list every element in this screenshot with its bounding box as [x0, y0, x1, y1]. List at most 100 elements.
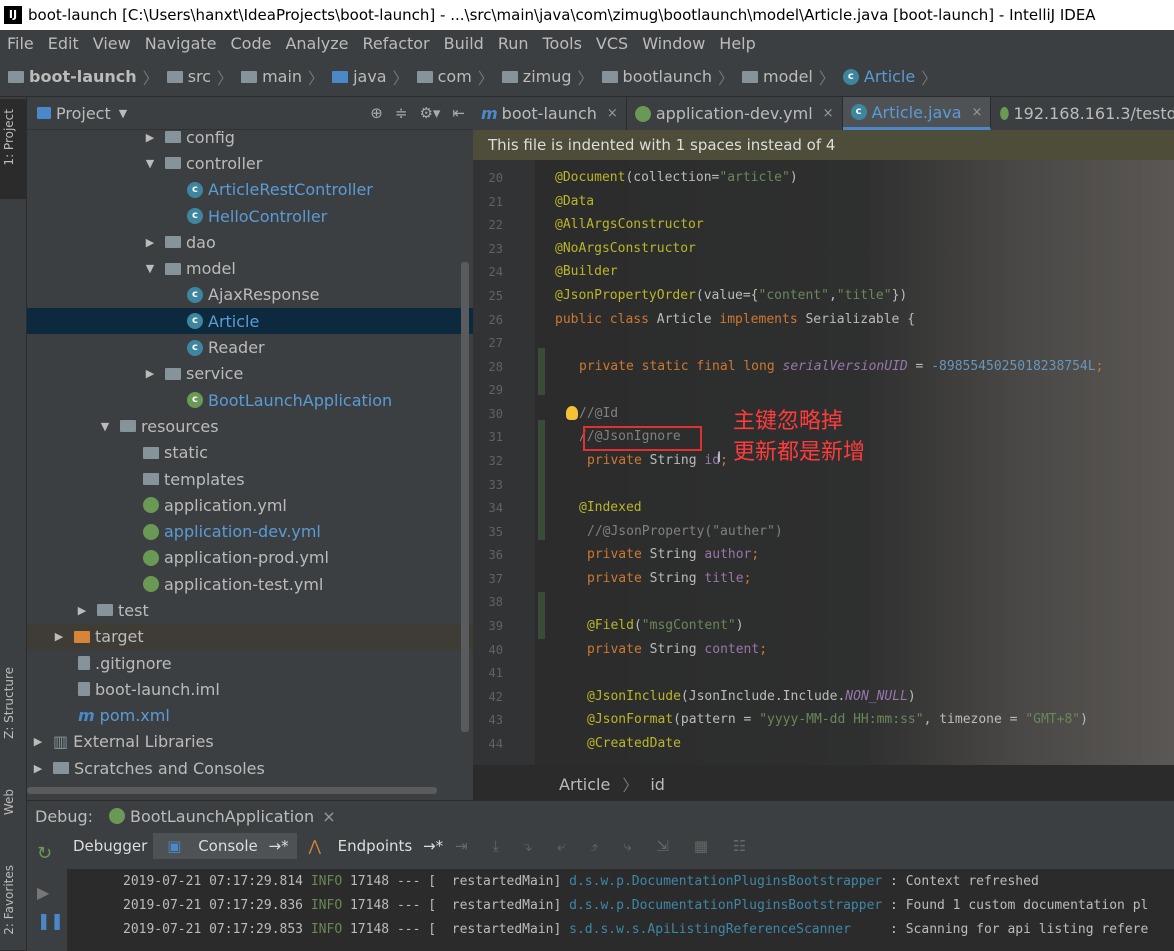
menu-build[interactable]: Build [437, 34, 491, 53]
tab-application-dev-yml[interactable]: application-dev.yml × [627, 97, 843, 130]
window-titlebar: IJ boot-launch [C:\Users\hanxt\IdeaProje… [0, 0, 1174, 30]
menu-view[interactable]: View [86, 34, 138, 53]
close-icon[interactable]: × [823, 106, 834, 121]
tree-item-application-test-yml[interactable]: application-test.yml [27, 571, 473, 597]
close-icon[interactable]: × [607, 106, 618, 121]
side-tab-project[interactable]: 1: Project [2, 109, 16, 166]
nav-crumb-src[interactable]: src 〉 [166, 65, 233, 89]
folder-icon [143, 446, 159, 459]
nav-crumb-main[interactable]: main 〉 [241, 65, 324, 89]
nav-crumb-project[interactable]: boot-launch 〉 [8, 65, 159, 89]
pause-icon[interactable]: ❚❚ [37, 911, 64, 930]
menu-window[interactable]: Window [635, 34, 712, 53]
gear-icon[interactable]: ⚙▾ [419, 104, 440, 122]
yml-file-icon [634, 105, 651, 122]
tree-item-external-libraries[interactable]: ▶ ▥ External Libraries [27, 729, 473, 755]
tree-item-application-prod-yml[interactable]: application-prod.yml [27, 545, 473, 571]
debug-config-name[interactable]: BootLaunchApplication [130, 807, 314, 826]
chevron-down-icon[interactable]: ▼ [143, 157, 157, 170]
resume-icon[interactable]: ▶ [37, 883, 49, 902]
folder-icon [143, 473, 159, 485]
project-horizontal-scrollbar[interactable] [27, 787, 437, 794]
tree-item-reader[interactable]: c Reader [27, 334, 473, 360]
tree-item-articlerestcontroller[interactable]: c ArticleRestController [27, 177, 473, 203]
code-line: 35//@JsonProperty("auther") [488, 524, 783, 540]
tab-endpoints[interactable]: ⋀ Endpoints →* [297, 837, 450, 855]
tree-item-article[interactable]: c Article [27, 308, 473, 335]
chevron-down-icon[interactable]: ▼ [98, 420, 112, 433]
project-vertical-scrollbar[interactable] [461, 262, 469, 732]
tab-boot-launch[interactable]: m boot-launch × [473, 97, 627, 130]
tree-item-bootlaunchapplication[interactable]: c BootLaunchApplication [27, 387, 473, 413]
tree-item-pom-xml[interactable]: m pom.xml [27, 703, 473, 729]
nav-crumb-zimug[interactable]: zimug 〉 [501, 65, 594, 89]
side-tab-structure[interactable]: Z: Structure [2, 667, 16, 739]
chevron-right-icon[interactable]: ▶ [31, 735, 45, 748]
tree-item-resources[interactable]: ▼ resources [27, 413, 473, 439]
nav-crumb-article[interactable]: c Article 〉 [842, 65, 937, 89]
tab-article-java[interactable]: c Article.java × [842, 97, 992, 130]
side-tab-web[interactable]: Web [2, 789, 16, 815]
chevron-down-icon[interactable]: ▼ [143, 262, 157, 275]
tab-console[interactable]: ▣ Console →* [153, 833, 297, 859]
menu-code[interactable]: Code [224, 34, 279, 53]
menu-refactor[interactable]: Refactor [356, 34, 437, 53]
nav-crumb-java[interactable]: java 〉 [332, 65, 409, 89]
file-icon [78, 656, 90, 671]
menu-run[interactable]: Run [491, 34, 536, 53]
menu-vcs[interactable]: VCS [589, 34, 635, 53]
tree-item-service[interactable]: ▶ service [27, 361, 473, 387]
tree-item-gitignore[interactable]: .gitignore [27, 650, 473, 676]
tree-item-model[interactable]: ▼ model [27, 255, 473, 281]
tree-item-dao[interactable]: ▶ dao [27, 229, 473, 255]
close-icon[interactable]: × [322, 807, 335, 826]
tree-item-application-dev-yml[interactable]: application-dev.yml [27, 518, 473, 544]
tree-item-boot-launch-iml[interactable]: boot-launch.iml [27, 676, 473, 702]
chevron-right-icon[interactable]: ▶ [143, 367, 157, 380]
tree-item-controller[interactable]: ▼ controller [27, 150, 473, 176]
rerun-icon[interactable]: ↻ [37, 843, 52, 864]
menu-help[interactable]: Help [712, 34, 762, 53]
hide-panel-icon[interactable]: ⇤ [452, 104, 465, 122]
tree-item-test[interactable]: ▶ test [27, 597, 473, 623]
project-title[interactable]: Project [56, 104, 111, 123]
chevron-right-icon[interactable]: ▶ [143, 236, 157, 249]
code-line: 44 @CreatedDate [488, 736, 681, 752]
chevron-right-icon[interactable]: ▶ [75, 604, 89, 617]
side-tab-favorites[interactable]: 2: Favorites [2, 865, 16, 935]
menu-file[interactable]: File [0, 34, 41, 53]
menu-navigate[interactable]: Navigate [138, 34, 224, 53]
menu-edit[interactable]: Edit [41, 34, 86, 53]
tree-item-templates[interactable]: templates [27, 466, 473, 492]
code-line: 29 [488, 382, 503, 397]
collapse-all-icon[interactable]: ≑ [395, 104, 408, 122]
editor-crumb-id[interactable]: id [650, 775, 665, 794]
nav-crumb-bootlaunch[interactable]: bootlaunch 〉 [601, 65, 734, 89]
menu-analyze[interactable]: Analyze [278, 34, 355, 53]
chevron-down-icon[interactable]: ▼ [119, 107, 127, 120]
locate-icon[interactable]: ⊕ [370, 104, 383, 122]
indent-warning-banner: This file is indented with 1 spaces inst… [473, 130, 1174, 160]
chevron-right-icon[interactable]: ▶ [31, 762, 45, 775]
close-icon[interactable]: × [972, 105, 983, 120]
tab-debugger[interactable]: Debugger [67, 837, 153, 855]
console-output[interactable]: 2019-07-21 07:17:29.814 INFO 17148 --- [… [67, 869, 1174, 951]
debug-step-toolbar[interactable]: ⇥ ⤓ ⤵ ⤶ ⤴ ⤷ ⇲ ▦ ☷ [449, 837, 762, 855]
tree-item-scratches[interactable]: ▶ Scratches and Consoles [27, 755, 473, 781]
lightbulb-icon[interactable] [566, 406, 578, 420]
tree-item-hellocontroller[interactable]: c HelloController [27, 203, 473, 229]
menu-tools[interactable]: Tools [536, 34, 589, 53]
maven-icon: m [481, 104, 498, 123]
nav-crumb-model[interactable]: model 〉 [742, 65, 835, 89]
tree-item-ajaxresponse[interactable]: c AjaxResponse [27, 282, 473, 308]
tab-database-console[interactable]: ⬮192.168.161.3/testdb/ar [991, 97, 1174, 130]
editor-tabs: m boot-launch × application-dev.yml × c Arti… [473, 97, 1174, 130]
editor-crumb-article[interactable]: Article [559, 775, 610, 794]
nav-crumb-com[interactable]: com 〉 [416, 65, 494, 89]
chevron-right-icon[interactable]: ▶ [52, 630, 66, 643]
tree-item-static[interactable]: static [27, 440, 473, 466]
tree-item-application-yml[interactable]: application.yml [27, 492, 473, 518]
tree-item-target[interactable]: ▶ target [27, 623, 473, 650]
tree-item-config[interactable]: ▶ config [27, 124, 473, 150]
chevron-right-icon[interactable]: ▶ [143, 131, 157, 144]
